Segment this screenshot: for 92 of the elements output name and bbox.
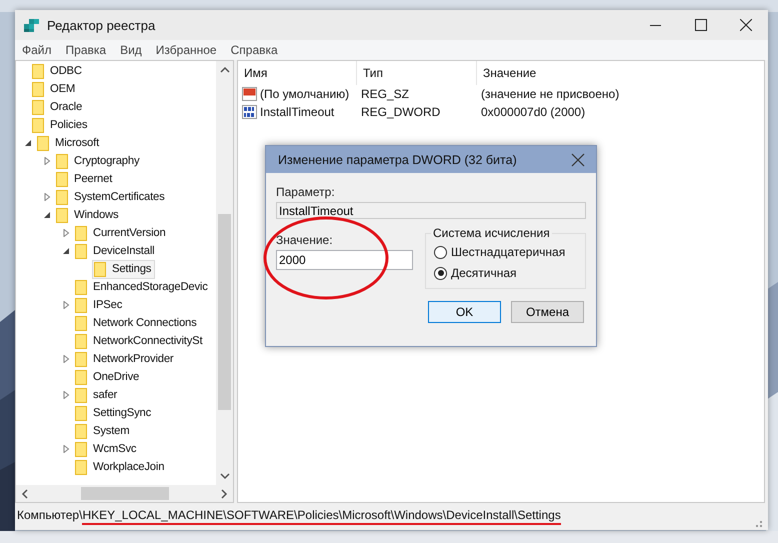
collapse-arrow-icon[interactable] [24, 139, 32, 147]
tree-item[interactable]: DeviceInstall [73, 242, 158, 260]
group-title: Система исчисления [431, 226, 552, 240]
tree-item[interactable]: Settings [92, 260, 156, 278]
folder-icon [75, 442, 87, 456]
tree-item[interactable]: IPSec [73, 296, 126, 314]
value-type: REG_DWORD [360, 105, 442, 119]
tree-item[interactable]: System [73, 422, 134, 440]
field-label: Параметр: [276, 185, 336, 199]
folder-icon [75, 406, 87, 420]
cancel-button[interactable]: Отмена [511, 301, 584, 323]
close-icon [571, 152, 585, 166]
expand-arrow-icon[interactable] [62, 229, 70, 237]
tree-item[interactable]: WorkplaceJoin [73, 458, 168, 476]
folder-icon [75, 316, 87, 330]
menu-item[interactable]: Вид [119, 43, 143, 57]
close-icon [740, 19, 752, 31]
folder-icon [56, 190, 68, 204]
tree-item[interactable]: Policies [30, 116, 92, 134]
radio-label: Шестнадцатеричная [451, 245, 566, 259]
menu-item[interactable]: Справка [230, 43, 279, 57]
folder-icon [32, 64, 44, 78]
tree-item[interactable]: SettingSync [73, 404, 156, 422]
window-title: Редактор реестра [47, 18, 156, 32]
tree-item[interactable]: Peernet [54, 170, 116, 188]
folder-icon [75, 460, 87, 474]
collapse-arrow-icon[interactable] [43, 211, 51, 219]
folder-icon [32, 118, 44, 132]
expand-arrow-icon[interactable] [43, 193, 51, 201]
key-path: Компьютер\HKEY_LOCAL_MACHINE\SOFTWARE\Policies\Microsoft\Windows\DeviceInstall\Settings [17, 508, 561, 525]
tree-item[interactable]: Network Connections [73, 314, 201, 332]
expand-arrow-icon[interactable] [62, 445, 70, 453]
radio-button[interactable] [434, 266, 447, 280]
folder-icon [56, 208, 68, 222]
folder-icon [75, 352, 87, 366]
value-type: REG_SZ [360, 87, 410, 101]
folder-icon [75, 298, 87, 312]
folder-icon [32, 82, 44, 96]
folder-icon [75, 370, 87, 384]
tree-item[interactable]: Microsoft [35, 134, 104, 152]
tree-item[interactable]: Oracle [30, 98, 86, 116]
tree-item[interactable]: EnhancedStorageDevic [73, 278, 212, 296]
collapse-arrow-icon[interactable] [62, 247, 70, 255]
tree-item[interactable]: OEM [30, 80, 80, 98]
folder-icon [75, 388, 87, 402]
tree-item[interactable]: Windows [54, 206, 122, 224]
dialog-title: Изменение параметра DWORD (32 бита) [278, 152, 517, 166]
menu-item[interactable]: Правка [64, 43, 108, 57]
binary-value-icon [242, 104, 258, 120]
value-data: 0x000007d0 (2000) [480, 105, 586, 119]
value-name: (По умолчанию) [260, 87, 350, 101]
cubes-icon [23, 17, 41, 33]
radio-label: Десятичная [451, 266, 517, 280]
expand-arrow-icon[interactable] [62, 391, 70, 399]
folder-icon [32, 100, 44, 114]
tree-item[interactable]: ODBC [30, 62, 86, 80]
column-header[interactable]: Имя [238, 61, 357, 85]
parameter-field[interactable]: InstallTimeout [276, 202, 586, 219]
folder-icon [75, 334, 87, 348]
ok-button[interactable]: OK [428, 301, 501, 323]
folder-icon [75, 280, 87, 294]
expand-arrow-icon[interactable] [43, 157, 51, 165]
value-field[interactable]: 2000 [276, 250, 413, 270]
folder-icon [56, 172, 68, 186]
field-label: Значение: [276, 233, 334, 247]
tree-item[interactable]: NetworkProvider [73, 350, 178, 368]
value-name: InstallTimeout [260, 105, 334, 119]
folder-icon [75, 244, 87, 258]
tree-item[interactable]: OneDrive [73, 368, 144, 386]
tree-item[interactable]: CurrentVersion [73, 224, 170, 242]
vertical-scrollbar[interactable] [216, 61, 233, 485]
radio-button[interactable] [434, 246, 447, 258]
maximize-icon [694, 19, 706, 31]
text-value-icon [242, 86, 258, 102]
column-header[interactable]: Тип [357, 61, 477, 85]
folder-icon [37, 136, 49, 150]
tree-item[interactable]: safer [73, 386, 122, 404]
tree-item[interactable]: NetworkConnectivitySt [73, 332, 206, 350]
folder-icon [56, 154, 68, 168]
horizontal-scrollbar[interactable] [16, 485, 233, 502]
tree-item[interactable]: WcmSvc [73, 440, 140, 458]
expand-arrow-icon[interactable] [62, 355, 70, 363]
tree-item[interactable]: Cryptography [54, 152, 144, 170]
menu-item[interactable]: Файл [21, 43, 53, 57]
tree-item[interactable]: SystemCertificates [54, 188, 169, 206]
folder-icon [94, 262, 106, 276]
menu-item[interactable]: Избранное [154, 43, 218, 57]
folder-icon [75, 226, 87, 240]
value-data: (значение не присвоено) [480, 87, 620, 101]
folder-icon [75, 424, 87, 438]
column-header[interactable]: Значение [477, 61, 764, 85]
expand-arrow-icon[interactable] [62, 301, 70, 309]
